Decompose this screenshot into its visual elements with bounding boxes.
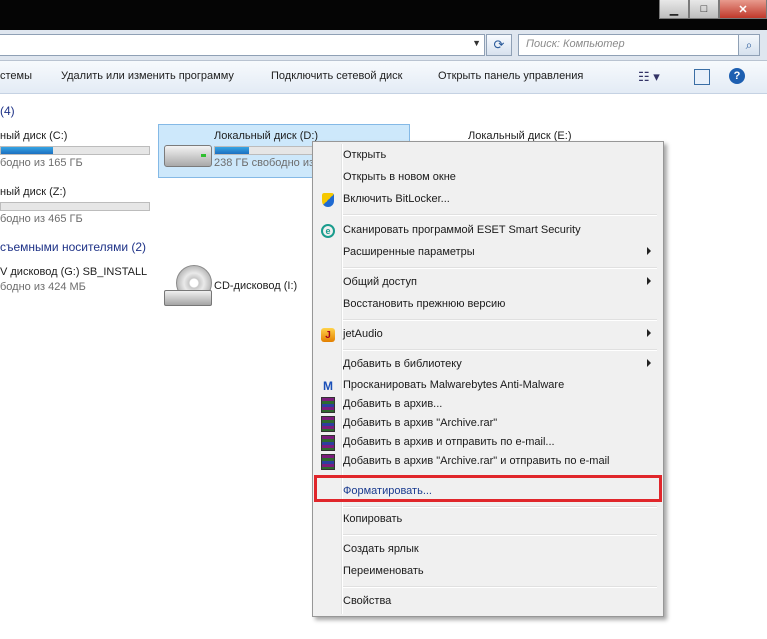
- menu-item-add-to-library[interactable]: Добавить в библиотеку: [315, 355, 659, 375]
- menu-item-copy[interactable]: Копировать: [315, 510, 659, 530]
- jetaudio-icon: J: [320, 327, 336, 343]
- drive-c-free: бодно из 165 ГБ: [0, 157, 83, 169]
- submenu-arrow-icon: [647, 329, 651, 337]
- menu-item-add-rar-email[interactable]: Добавить в архив "Archive.rar" и отправи…: [315, 452, 659, 472]
- hard-drive-icon: [164, 145, 212, 167]
- preview-pane-icon[interactable]: [694, 69, 710, 85]
- menu-item-malwarebytes[interactable]: M Просканировать Malwarebytes Anti-Malwa…: [315, 376, 659, 396]
- menu-item-label: Включить BitLocker...: [343, 193, 450, 205]
- chevron-down-icon[interactable]: ▼: [472, 38, 481, 48]
- menu-item-label: Просканировать Malwarebytes Anti-Malware: [343, 379, 565, 391]
- context-menu: Открыть Открыть в новом окне Включить Bi…: [312, 141, 664, 617]
- menu-item-advanced[interactable]: Расширенные параметры: [315, 243, 659, 263]
- cd-drive-icon: [164, 290, 212, 306]
- drive-c-usage-bar: [0, 146, 150, 155]
- winrar-icon: [320, 397, 336, 413]
- menu-separator: [343, 586, 657, 588]
- drive-g-name[interactable]: V дисковод (G:) SB_INSTALL: [0, 266, 147, 278]
- help-icon[interactable]: ?: [729, 68, 745, 84]
- menu-item-label: Открыть: [343, 149, 387, 161]
- eset-icon: e: [320, 223, 336, 239]
- submenu-arrow-icon: [647, 359, 651, 367]
- menu-item-rename[interactable]: Переименовать: [315, 562, 659, 582]
- menu-item-bitlocker[interactable]: Включить BitLocker...: [315, 190, 659, 210]
- drive-d-usage-bar: [214, 146, 314, 155]
- menu-item-share[interactable]: Общий доступ: [315, 273, 659, 293]
- open-control-panel-button[interactable]: Открыть панель управления: [438, 70, 583, 82]
- menu-item-label: Добавить в архив "Archive.rar": [343, 417, 498, 429]
- menu-separator: [343, 534, 657, 536]
- drive-d-usage-fill: [215, 147, 250, 154]
- format-highlight-frame: [314, 475, 662, 502]
- winrar-icon: [320, 416, 336, 432]
- malwarebytes-icon: M: [323, 379, 333, 393]
- maximize-icon[interactable]: □: [689, 0, 719, 19]
- menu-item-label: Добавить в архив "Archive.rar" и отправи…: [343, 455, 610, 467]
- menu-item-add-archive[interactable]: Добавить в архив...: [315, 395, 659, 415]
- menu-item-label: Расширенные параметры: [343, 246, 475, 258]
- search-placeholder: Поиск: Компьютер: [526, 38, 625, 50]
- menu-item-label: Общий доступ: [343, 276, 417, 288]
- menu-item-open-new-window[interactable]: Открыть в новом окне: [315, 168, 659, 188]
- shield-icon: [320, 192, 336, 208]
- drive-g-free: бодно из 424 МБ: [0, 281, 86, 293]
- drive-d-name[interactable]: Локальный диск (D:): [214, 130, 318, 142]
- menu-item-label: Свойства: [343, 595, 392, 607]
- winrar-icon: [320, 454, 336, 470]
- drive-i-name[interactable]: CD-дисковод (I:): [214, 280, 297, 292]
- search-icon[interactable]: ⌕: [738, 35, 759, 55]
- menu-separator: [343, 267, 657, 269]
- menu-item-eset-scan[interactable]: e Сканировать программой ESET Smart Secu…: [315, 221, 659, 241]
- menu-item-label: Создать ярлык: [343, 543, 419, 555]
- command-toolbar: стемы Удалить или изменить программу Под…: [0, 61, 767, 94]
- uninstall-program-button[interactable]: Удалить или изменить программу: [61, 70, 234, 82]
- address-field[interactable]: ▼: [0, 34, 485, 56]
- menu-separator: [343, 319, 657, 321]
- menu-separator: [343, 349, 657, 351]
- minimize-icon[interactable]: ▁: [659, 0, 689, 19]
- menu-item-label: Копировать: [343, 513, 403, 525]
- window-title-bar: ▁ □ ✕: [0, 0, 767, 30]
- menu-item-add-archive-email[interactable]: Добавить в архив и отправить по e-mail..…: [315, 433, 659, 453]
- drive-z-name[interactable]: ный диск (Z:): [0, 186, 66, 198]
- map-network-drive-button[interactable]: Подключить сетевой диск: [271, 70, 402, 82]
- menu-separator: [343, 214, 657, 216]
- drive-c-usage-fill: [1, 147, 53, 154]
- menu-item-label: Добавить в библиотеку: [343, 358, 462, 370]
- removable-group-header[interactable]: съемными носителями (2): [0, 240, 146, 254]
- menu-item-add-archive-rar[interactable]: Добавить в архив "Archive.rar": [315, 414, 659, 434]
- winrar-icon: [320, 435, 336, 451]
- drive-c-name[interactable]: ный диск (C:): [0, 130, 67, 142]
- menu-item-label: Сканировать программой ESET Smart Securi…: [343, 224, 581, 236]
- menu-item-create-shortcut[interactable]: Создать ярлык: [315, 540, 659, 560]
- view-options-icon[interactable]: ☷ ▾: [638, 69, 660, 85]
- menu-item-label: Восстановить прежнюю версию: [343, 298, 506, 310]
- drive-z-usage-bar: [0, 202, 150, 211]
- window-controls: ▁ □ ✕: [659, 0, 767, 22]
- menu-item-label: Добавить в архив и отправить по e-mail..…: [343, 436, 555, 448]
- address-bar: ▼ ⟳ Поиск: Компьютер ⌕: [0, 30, 767, 61]
- search-input[interactable]: Поиск: Компьютер ⌕: [518, 34, 760, 56]
- drive-z-free: бодно из 465 ГБ: [0, 213, 83, 225]
- close-icon[interactable]: ✕: [719, 0, 767, 19]
- menu-item-jetaudio[interactable]: J jetAudio: [315, 325, 659, 345]
- system-properties-button[interactable]: стемы: [0, 70, 32, 82]
- refresh-icon[interactable]: ⟳: [486, 34, 512, 56]
- menu-item-restore-previous[interactable]: Восстановить прежнюю версию: [315, 295, 659, 315]
- menu-item-label: jetAudio: [343, 328, 383, 340]
- menu-item-open[interactable]: Открыть: [315, 146, 659, 166]
- menu-item-properties[interactable]: Свойства: [315, 592, 659, 612]
- menu-separator: [343, 506, 657, 508]
- drive-d-free: 238 ГБ свободно из: [214, 157, 315, 169]
- submenu-arrow-icon: [647, 247, 651, 255]
- menu-item-label: Добавить в архив...: [343, 398, 443, 410]
- submenu-arrow-icon: [647, 277, 651, 285]
- menu-item-label: Открыть в новом окне: [343, 171, 456, 183]
- menu-item-label: Переименовать: [343, 565, 424, 577]
- hdd-group-header[interactable]: (4): [0, 104, 15, 118]
